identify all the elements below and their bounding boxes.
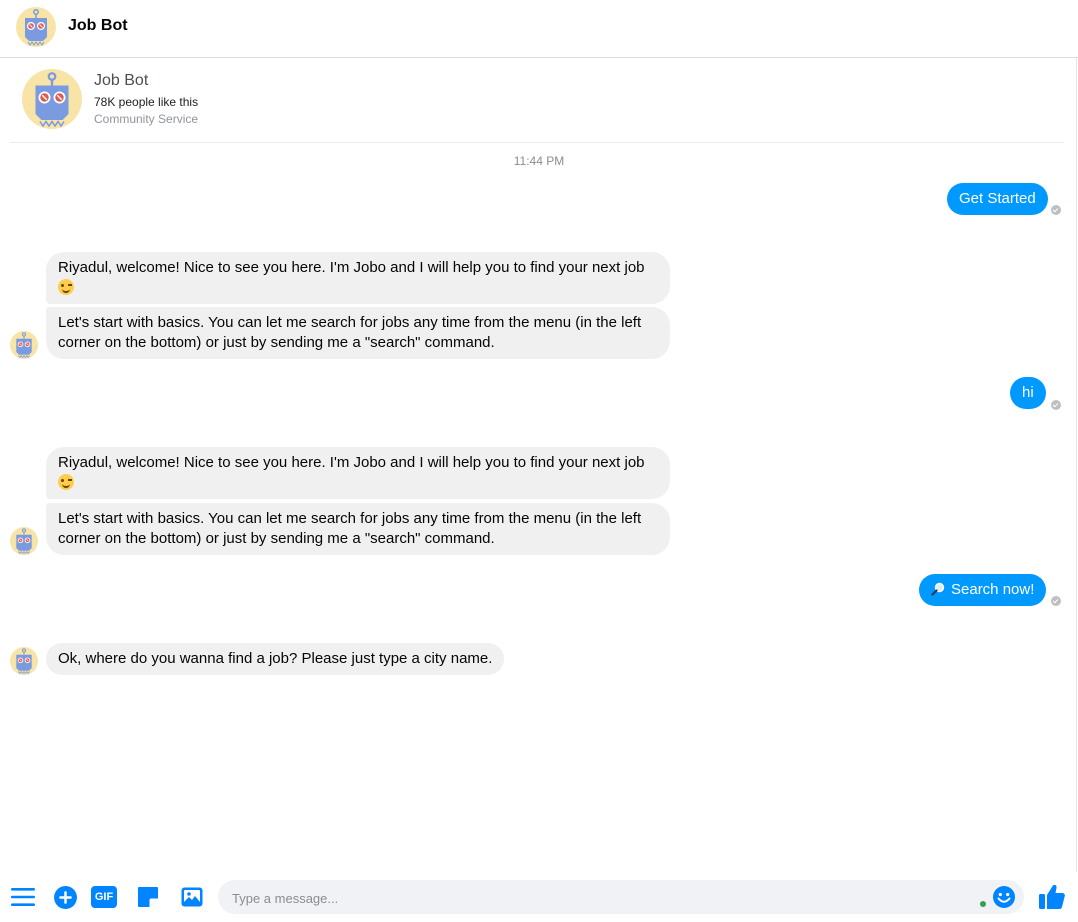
- message-text: hi: [1022, 384, 1034, 401]
- bot-avatar-small[interactable]: [10, 331, 38, 359]
- bot-avatar[interactable]: [16, 7, 56, 47]
- incoming-message[interactable]: Ok, where do you wanna find a job? Pleas…: [46, 643, 505, 675]
- message-text: Riyadul, welcome! Nice to see you here. …: [58, 454, 645, 471]
- message-input-wrapper: [218, 880, 1024, 916]
- online-status-indicator: [980, 901, 986, 907]
- emoji-icon[interactable]: [992, 885, 1016, 909]
- page-category: Community Service: [94, 112, 199, 126]
- gif-label: GIF: [94, 891, 114, 903]
- page-avatar[interactable]: [22, 69, 82, 129]
- outgoing-message[interactable]: Search now!: [919, 574, 1047, 606]
- gif-icon[interactable]: GIF: [91, 886, 117, 908]
- page-likes: 78K people like this: [94, 95, 199, 109]
- message-text: Get Started: [959, 190, 1036, 207]
- message-timestamp: 11:44 PM: [513, 154, 565, 168]
- message-text: Search now!: [951, 581, 1035, 598]
- wink-emoji-icon: [58, 474, 74, 490]
- incoming-message[interactable]: Let's start with basics. You can let me …: [46, 307, 670, 359]
- delivered-check-icon: [1051, 400, 1061, 410]
- incoming-message[interactable]: Riyadul, welcome! Nice to see you here. …: [46, 252, 670, 304]
- wink-emoji-icon: [58, 279, 74, 295]
- message-input[interactable]: [230, 880, 974, 916]
- photo-icon[interactable]: [180, 885, 204, 909]
- panel-divider: [1076, 58, 1077, 878]
- message-text: Let's start with basics. You can let me …: [58, 314, 642, 351]
- conversation-header: Job Bot: [0, 0, 1078, 58]
- sticker-icon[interactable]: [136, 885, 160, 909]
- add-icon[interactable]: [53, 885, 78, 910]
- message-text: Ok, where do you wanna find a job? Pleas…: [58, 650, 493, 667]
- incoming-message[interactable]: Riyadul, welcome! Nice to see you here. …: [46, 447, 670, 499]
- page-name[interactable]: Job Bot: [94, 72, 148, 90]
- message-text: Let's start with basics. You can let me …: [58, 510, 642, 547]
- delivered-check-icon: [1051, 596, 1061, 606]
- message-composer: GIF: [0, 872, 1078, 922]
- page-info-card: Job Bot 78K people like this Community S…: [10, 58, 1064, 143]
- thumbs-up-icon[interactable]: [1038, 881, 1066, 911]
- outgoing-message[interactable]: hi: [1010, 377, 1046, 409]
- bot-avatar-small[interactable]: [10, 647, 38, 675]
- header-title[interactable]: Job Bot: [68, 17, 128, 35]
- magnifier-icon: [931, 582, 945, 596]
- outgoing-message[interactable]: Get Started: [947, 183, 1048, 215]
- menu-icon[interactable]: [10, 885, 36, 909]
- delivered-check-icon: [1051, 205, 1061, 215]
- message-text: Riyadul, welcome! Nice to see you here. …: [58, 259, 645, 276]
- bot-avatar-small[interactable]: [10, 527, 38, 555]
- incoming-message[interactable]: Let's start with basics. You can let me …: [46, 503, 670, 555]
